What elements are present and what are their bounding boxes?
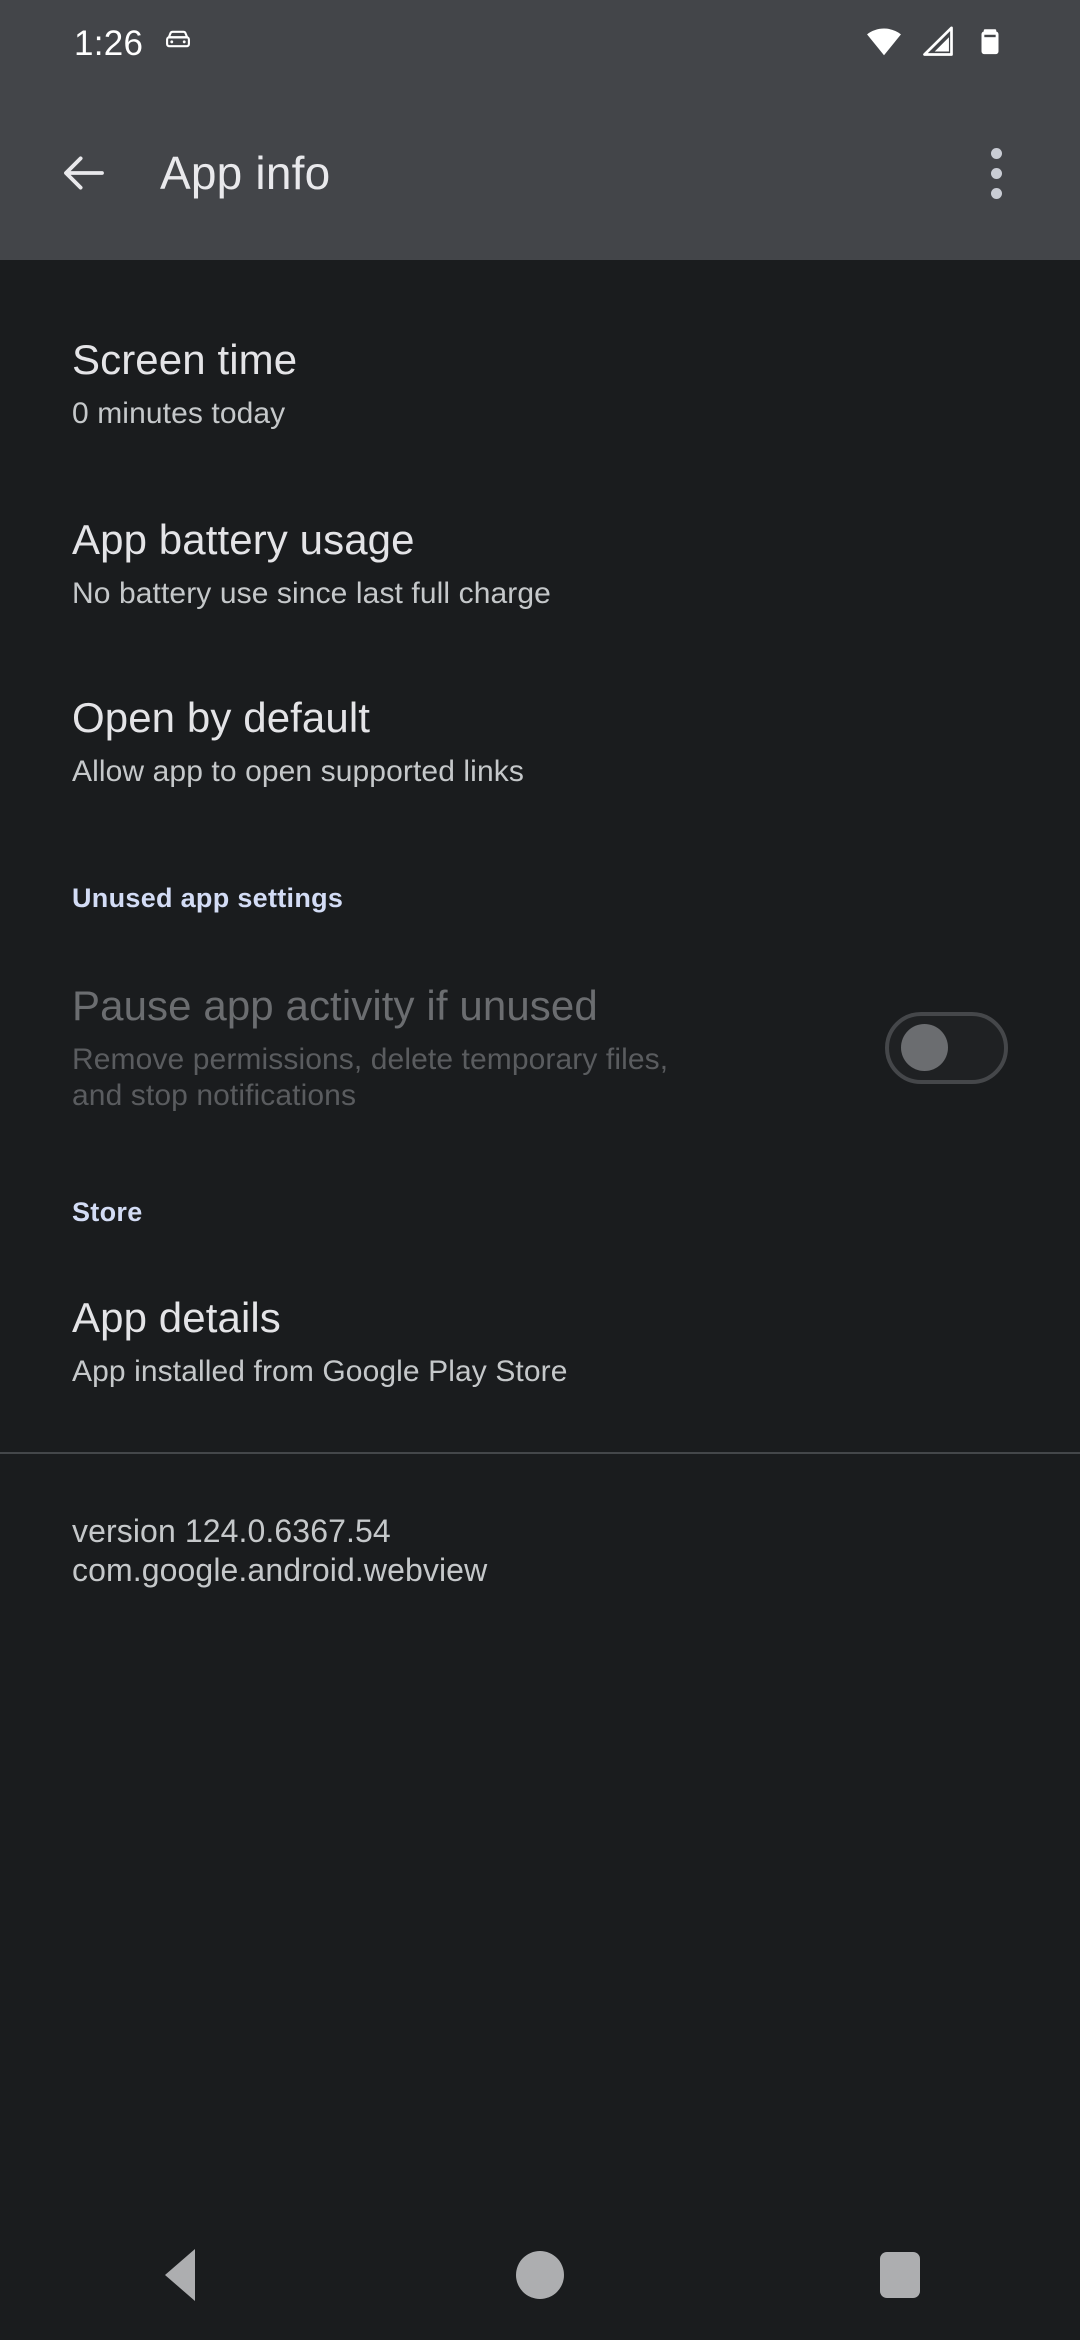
app-package-name: com.google.android.webview <box>72 1551 488 1588</box>
status-bar: 1:26 <box>0 0 1080 86</box>
list-item-subtitle: 0 minutes today <box>72 397 286 431</box>
list-item-subtitle: No battery use since last full charge <box>72 577 551 611</box>
home-circle-icon <box>516 2251 564 2299</box>
list-item-title: App details <box>72 1293 281 1341</box>
nav-home-button[interactable] <box>360 2210 720 2340</box>
app-bar: App info <box>0 86 1080 260</box>
list-item-open-by-default[interactable]: Open by default Allow app to open suppor… <box>0 694 1080 790</box>
wifi-icon <box>865 22 903 65</box>
back-triangle-icon <box>165 2249 195 2301</box>
nav-recents-button[interactable] <box>720 2210 1080 2340</box>
recents-square-icon <box>880 2252 920 2298</box>
list-item-subtitle: Allow app to open supported links <box>72 755 524 789</box>
list-item-pause-app-activity: Pause app activity if unused Remove perm… <box>0 982 1080 1114</box>
nav-back-button[interactable] <box>0 2210 360 2340</box>
battery-icon <box>973 24 1007 63</box>
list-item-title: Pause app activity if unused <box>72 981 598 1029</box>
list-item-subtitle: Remove permissions, delete temporary fil… <box>72 1042 669 1112</box>
status-bar-left: 1:26 <box>0 24 195 63</box>
settings-list: Screen time 0 minutes today App battery … <box>0 260 1080 2210</box>
list-item-app-details[interactable]: App details App installed from Google Pl… <box>0 1294 1080 1390</box>
status-bar-clock: 1:26 <box>74 23 144 63</box>
app-version-footer: version 124.0.6367.54 com.google.android… <box>0 1512 1080 1590</box>
overflow-dot <box>990 187 1002 199</box>
section-header-unused-app-settings: Unused app settings <box>72 883 344 914</box>
list-item-subtitle: App installed from Google Play Store <box>72 1354 568 1388</box>
screen: 1:26 App info Screen time 0 minutes toda… <box>0 0 1080 2340</box>
list-item-screen-time[interactable]: Screen time 0 minutes today <box>0 336 1080 432</box>
list-item-text-block: Pause app activity if unused Remove perm… <box>72 982 712 1114</box>
pause-app-activity-toggle[interactable] <box>885 1011 1008 1084</box>
overflow-dot <box>990 147 1002 159</box>
status-bar-right <box>865 22 1040 65</box>
list-item-app-battery-usage[interactable]: App battery usage No battery use since l… <box>0 516 1080 612</box>
list-item-title: Screen time <box>72 336 298 383</box>
cellular-signal-icon <box>920 23 956 64</box>
app-version-text: version 124.0.6367.54 <box>72 1512 391 1549</box>
overflow-dot <box>990 167 1002 179</box>
section-header-store: Store <box>72 1196 143 1227</box>
back-arrow-icon[interactable] <box>48 137 120 209</box>
page-title: App info <box>160 147 331 199</box>
toggle-thumb <box>901 1024 948 1072</box>
car-icon <box>161 24 195 63</box>
navigation-bar <box>0 2210 1080 2340</box>
overflow-menu-icon[interactable] <box>960 137 1032 209</box>
list-item-title: Open by default <box>72 694 371 742</box>
footer-divider <box>0 1451 1080 1454</box>
list-item-title: App battery usage <box>72 516 415 564</box>
